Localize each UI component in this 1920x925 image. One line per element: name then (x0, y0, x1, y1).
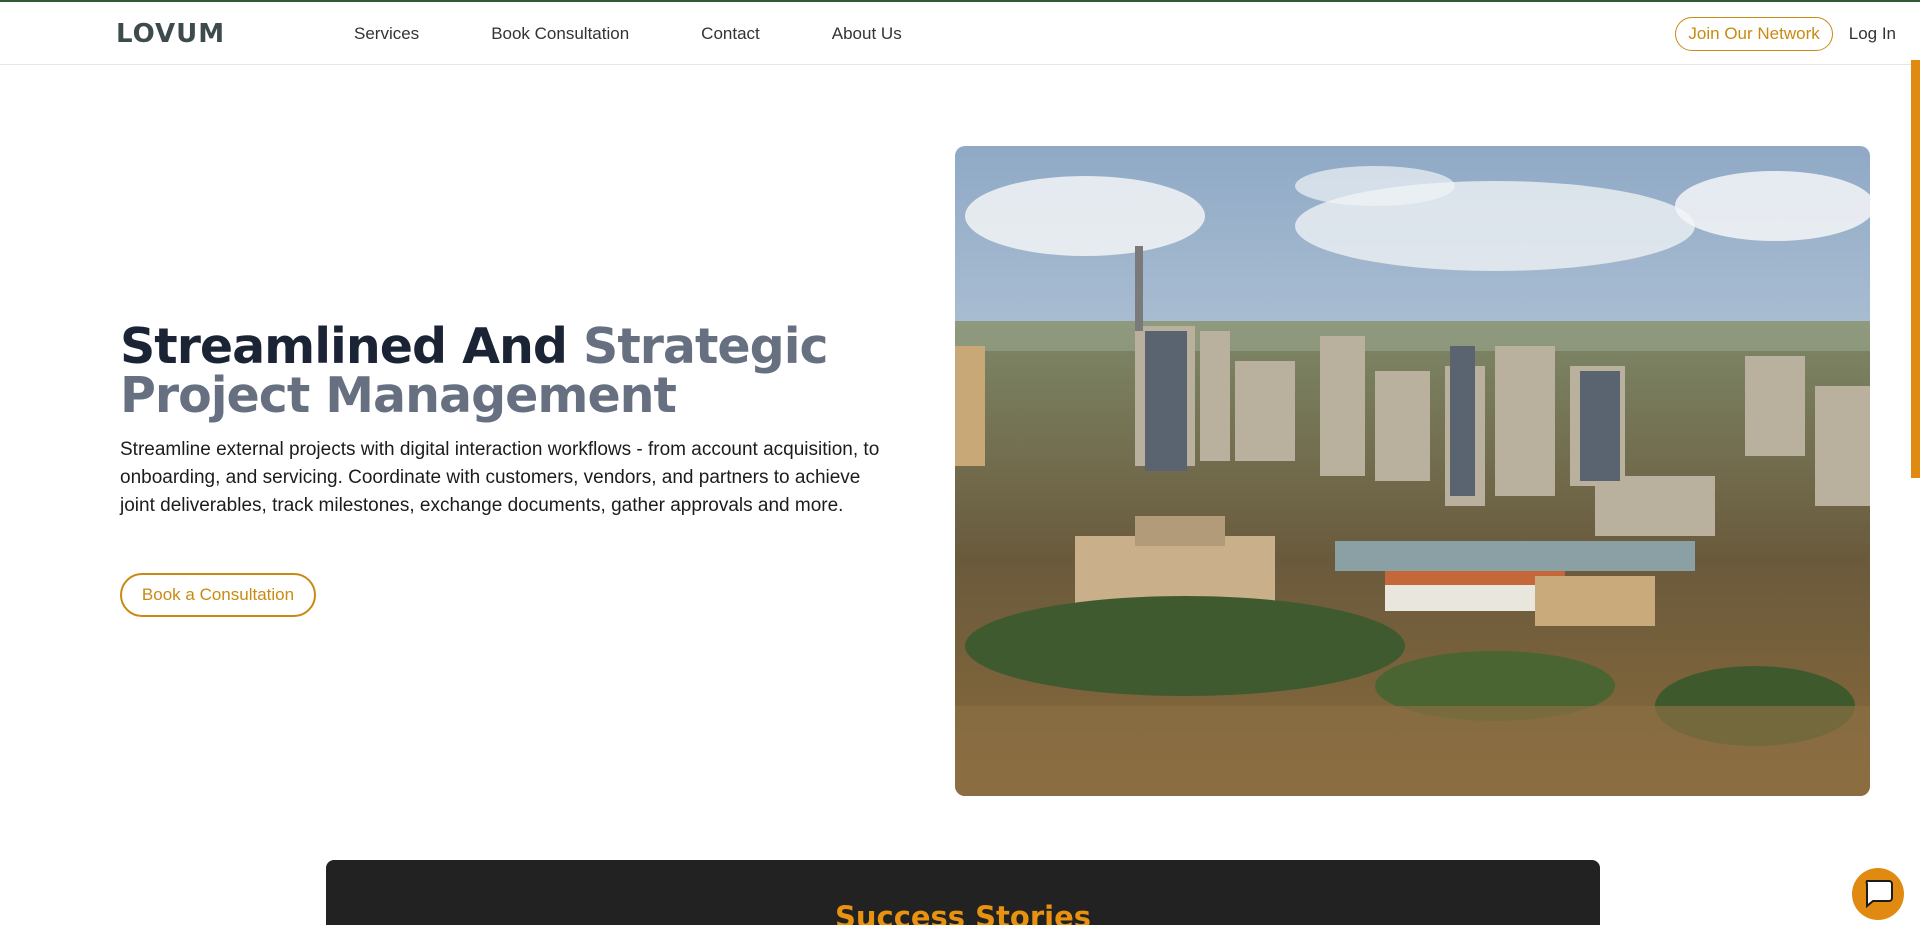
nav-link-contact[interactable]: Contact (701, 24, 760, 44)
login-link[interactable]: Log In (1849, 24, 1896, 44)
nav-link-book-consultation[interactable]: Book Consultation (491, 24, 629, 44)
success-stories-title: Success Stories (834, 900, 1092, 925)
hero-description: Streamline external projects with digita… (120, 439, 880, 516)
navbar: LOVUM Services Book Consultation Contact… (0, 2, 1920, 65)
scroll-indicator[interactable] (1911, 60, 1920, 478)
hero-title: Streamlined And Strategic Project Manage… (120, 322, 840, 420)
logo[interactable]: LOVUM (116, 20, 225, 48)
city-skyline-image (955, 146, 1870, 796)
main-nav: Services Book Consultation Contact About… (354, 2, 974, 65)
book-consultation-button[interactable]: Book a Consultation (120, 573, 316, 617)
nav-link-about-us[interactable]: About Us (832, 24, 902, 44)
nav-link-services[interactable]: Services (354, 24, 419, 44)
chat-bubble-icon (1861, 875, 1895, 914)
success-stories-section: Success Stories (326, 860, 1600, 925)
nav-actions: Join Our Network Log In (1675, 17, 1896, 51)
join-network-button[interactable]: Join Our Network (1675, 17, 1833, 51)
chat-button[interactable] (1852, 868, 1904, 920)
